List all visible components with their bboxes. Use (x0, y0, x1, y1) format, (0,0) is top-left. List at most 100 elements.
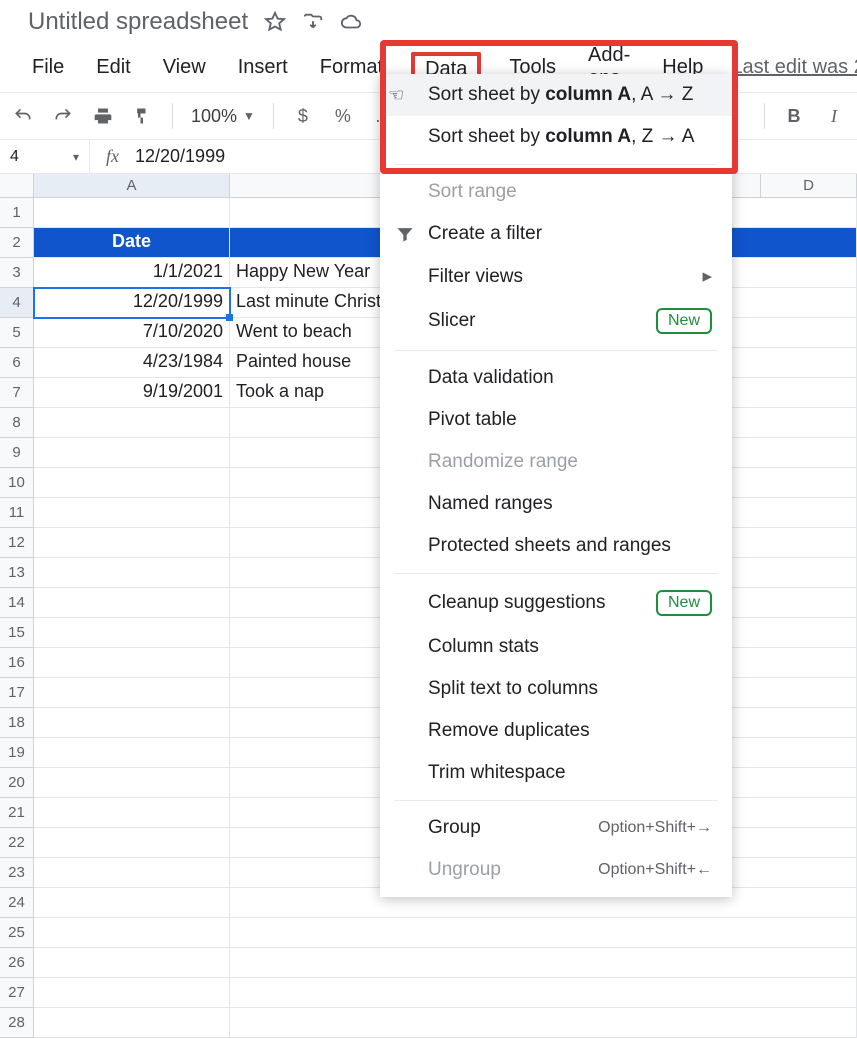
cell[interactable] (34, 738, 230, 768)
col-header-A[interactable]: A (34, 174, 230, 197)
row-header[interactable]: 20 (0, 768, 34, 798)
formula-input[interactable]: 12/20/1999 (135, 146, 225, 167)
row-header[interactable]: 19 (0, 738, 34, 768)
row-header[interactable]: 22 (0, 828, 34, 858)
cell[interactable] (230, 978, 857, 1008)
menu-pivot-table[interactable]: Pivot table (380, 399, 732, 441)
row-header[interactable]: 2 (0, 228, 34, 258)
row-header[interactable]: 4 (0, 288, 34, 318)
name-box[interactable]: 4▾ (0, 140, 90, 173)
menu-remove-duplicates[interactable]: Remove duplicates (380, 710, 732, 752)
format-currency[interactable]: $ (292, 105, 314, 127)
cell[interactable] (34, 588, 230, 618)
row-header[interactable]: 28 (0, 1008, 34, 1038)
cell[interactable] (34, 1008, 230, 1038)
cell[interactable] (34, 828, 230, 858)
move-icon[interactable] (302, 11, 324, 33)
cell[interactable] (34, 918, 230, 948)
row-header[interactable]: 26 (0, 948, 34, 978)
row-header[interactable]: 25 (0, 918, 34, 948)
menu-cleanup[interactable]: Cleanup suggestions New (380, 580, 732, 626)
cell[interactable] (34, 678, 230, 708)
cell[interactable] (34, 768, 230, 798)
cell[interactable] (34, 978, 230, 1008)
menu-data-validation[interactable]: Data validation (380, 357, 732, 399)
cell[interactable] (34, 558, 230, 588)
row-header[interactable]: 23 (0, 858, 34, 888)
cell[interactable] (34, 438, 230, 468)
cell[interactable] (34, 888, 230, 918)
cell[interactable] (34, 198, 230, 228)
row-header[interactable]: 24 (0, 888, 34, 918)
row-header[interactable]: 11 (0, 498, 34, 528)
row-header[interactable]: 17 (0, 678, 34, 708)
menu-filter-views[interactable]: Filter views ▸ (380, 255, 732, 298)
row-header[interactable]: 5 (0, 318, 34, 348)
menu-format[interactable]: Format (316, 54, 387, 81)
cell[interactable]: 1/1/2021 (34, 258, 230, 288)
row-header[interactable]: 7 (0, 378, 34, 408)
cursor-icon: ☜ (388, 85, 404, 106)
undo-icon[interactable] (12, 105, 34, 127)
menu-edit[interactable]: Edit (92, 54, 134, 81)
cell[interactable]: Date (34, 228, 230, 258)
format-percent[interactable]: % (332, 105, 354, 127)
redo-icon[interactable] (52, 105, 74, 127)
paint-format-icon[interactable] (132, 105, 154, 127)
row-header[interactable]: 3 (0, 258, 34, 288)
select-all-corner[interactable] (0, 174, 34, 197)
cell[interactable] (34, 858, 230, 888)
menu-create-filter[interactable]: Create a filter (380, 213, 732, 255)
row-header[interactable]: 12 (0, 528, 34, 558)
cell[interactable] (34, 798, 230, 828)
row-header[interactable]: 13 (0, 558, 34, 588)
cell[interactable]: 9/19/2001 (34, 378, 230, 408)
row-header[interactable]: 18 (0, 708, 34, 738)
cell[interactable]: 4/23/1984 (34, 348, 230, 378)
row-header[interactable]: 27 (0, 978, 34, 1008)
italic-button[interactable]: I (823, 105, 845, 127)
menu-slicer[interactable]: Slicer New (380, 298, 732, 344)
cloud-saved-icon[interactable] (340, 11, 362, 33)
menu-sort-az[interactable]: ☜ Sort sheet by column A, A → Z (380, 74, 732, 116)
menu-view[interactable]: View (159, 54, 210, 81)
menu-split-text[interactable]: Split text to columns (380, 668, 732, 710)
row-header[interactable]: 21 (0, 798, 34, 828)
last-edit-link[interactable]: Last edit was 2 minu (731, 56, 857, 79)
row-header[interactable]: 9 (0, 438, 34, 468)
row-header[interactable]: 16 (0, 648, 34, 678)
menu-trim-whitespace[interactable]: Trim whitespace (380, 752, 732, 794)
menu-protected[interactable]: Protected sheets and ranges (380, 525, 732, 567)
cell[interactable] (230, 1008, 857, 1038)
cell[interactable]: 12/20/1999 (34, 288, 230, 318)
menu-column-stats[interactable]: Column stats (380, 626, 732, 668)
cell[interactable] (34, 648, 230, 678)
menu-named-ranges[interactable]: Named ranges (380, 483, 732, 525)
cell[interactable] (34, 498, 230, 528)
cell[interactable] (34, 528, 230, 558)
cell[interactable] (230, 918, 857, 948)
cell[interactable] (230, 948, 857, 978)
star-icon[interactable] (264, 11, 286, 33)
cell[interactable] (34, 708, 230, 738)
row-header[interactable]: 10 (0, 468, 34, 498)
row-header[interactable]: 15 (0, 618, 34, 648)
bold-button[interactable]: B (783, 105, 805, 127)
cell[interactable] (34, 618, 230, 648)
menu-insert[interactable]: Insert (234, 54, 292, 81)
row-header[interactable]: 6 (0, 348, 34, 378)
document-title[interactable]: Untitled spreadsheet (28, 8, 248, 36)
cell[interactable]: 7/10/2020 (34, 318, 230, 348)
col-header-D[interactable]: D (761, 174, 857, 197)
cell[interactable] (34, 408, 230, 438)
cell[interactable] (34, 468, 230, 498)
row-header[interactable]: 8 (0, 408, 34, 438)
menu-file[interactable]: File (28, 54, 68, 81)
menu-sort-za[interactable]: Sort sheet by column A, Z → A (380, 116, 732, 158)
row-header[interactable]: 14 (0, 588, 34, 618)
zoom-select[interactable]: 100%▼ (191, 106, 255, 127)
print-icon[interactable] (92, 105, 114, 127)
menu-group[interactable]: Group Option+Shift+→ (380, 807, 732, 849)
cell[interactable] (34, 948, 230, 978)
row-header[interactable]: 1 (0, 198, 34, 228)
